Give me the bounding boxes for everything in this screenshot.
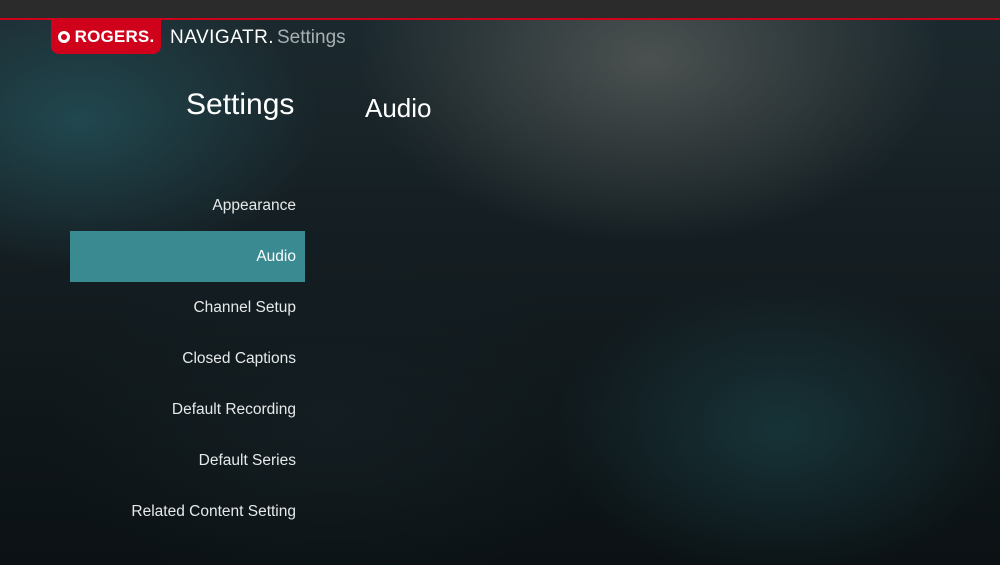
settings-menu: Appearance Audio Channel Setup Closed Ca… (70, 180, 305, 537)
menu-item-channel-setup[interactable]: Channel Setup (70, 282, 305, 333)
menu-item-related-content-setting[interactable]: Related Content Setting (70, 486, 305, 537)
menu-item-appearance[interactable]: Appearance (70, 180, 305, 231)
rogers-logo: ROGERS. (51, 20, 161, 54)
top-band (0, 0, 1000, 20)
rogers-logo-text: ROGERS. (74, 27, 155, 46)
breadcrumb: Settings (277, 27, 346, 48)
rogers-logo-icon (57, 31, 70, 43)
section-title: Audio (365, 93, 432, 123)
menu-item-default-recording[interactable]: Default Recording (70, 384, 305, 435)
menu-item-closed-captions[interactable]: Closed Captions (70, 333, 305, 384)
brand-title: NAVIGATR. (170, 27, 275, 48)
page-title: Settings (186, 88, 295, 121)
menu-item-default-series[interactable]: Default Series (70, 435, 305, 486)
menu-item-audio[interactable]: Audio (70, 231, 305, 282)
settings-screen: ROGERS. NAVIGATR. Settings Settings Audi… (0, 0, 1000, 565)
